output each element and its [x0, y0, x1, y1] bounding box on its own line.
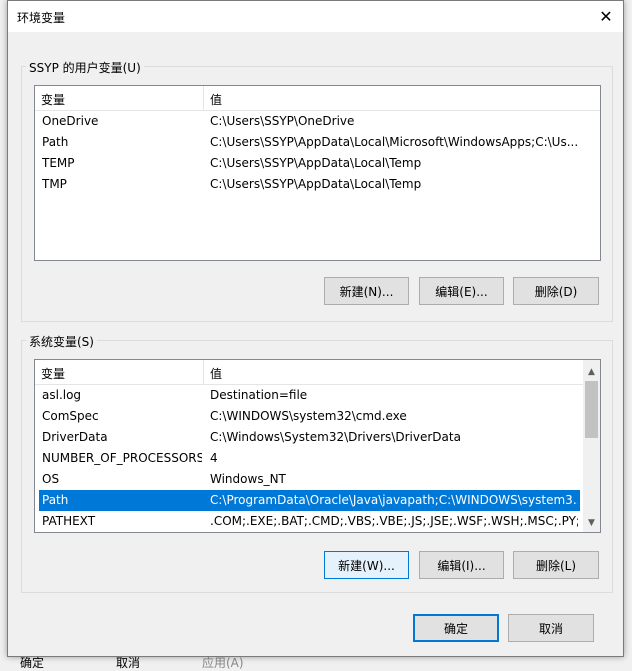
scroll-down-icon[interactable]: ▼	[583, 514, 600, 531]
variable-name: OneDrive	[42, 114, 99, 128]
variable-value: C:\Windows\System32\Drivers\DriverData	[210, 430, 461, 444]
variable-name: TEMP	[42, 156, 75, 170]
close-icon[interactable]: ✕	[589, 1, 623, 32]
system-edit-button[interactable]: 编辑(I)...	[419, 551, 504, 579]
variable-name: NUMBER_OF_PROCESSORS	[42, 451, 202, 465]
column-divider[interactable]	[203, 86, 204, 110]
table-row[interactable]: asl.log Destination=file	[39, 385, 580, 406]
variable-name: TMP	[42, 177, 67, 191]
user-edit-button[interactable]: 编辑(E)...	[419, 277, 504, 305]
system-list-header: 变量 值	[35, 360, 583, 385]
table-row-selected[interactable]: Path C:\ProgramData\Oracle\Java\javapath…	[39, 490, 580, 511]
vertical-scrollbar[interactable]: ▲ ▼	[583, 360, 600, 532]
variable-value: C:\WINDOWS\system32\cmd.exe	[210, 409, 407, 423]
variable-value: C:\Users\SSYP\AppData\Local\Microsoft\Wi…	[210, 135, 579, 149]
system-variables-list[interactable]: 变量 值 asl.log Destination=file ComSpec C:…	[34, 359, 601, 533]
table-row[interactable]: Path C:\Users\SSYP\AppData\Local\Microso…	[39, 132, 582, 153]
table-row[interactable]: TEMP C:\Users\SSYP\AppData\Local\Temp	[39, 153, 582, 174]
scrollbar-thumb[interactable]	[585, 381, 598, 438]
table-row[interactable]: DriverData C:\Windows\System32\Drivers\D…	[39, 427, 580, 448]
variable-name: asl.log	[42, 388, 82, 402]
variable-value: C:\Users\SSYP\AppData\Local\Temp	[210, 156, 422, 170]
scroll-up-icon[interactable]: ▲	[583, 363, 600, 380]
variable-value: 4	[210, 451, 218, 465]
ok-button[interactable]: 确定	[413, 614, 499, 642]
variable-name: DriverData	[42, 430, 108, 444]
system-new-button[interactable]: 新建(W)...	[324, 551, 409, 579]
column-header-name[interactable]: 变量	[41, 365, 65, 382]
variable-value: .COM;.EXE;.BAT;.CMD;.VBS;.VBE;.JS;.JSE;.…	[210, 514, 578, 528]
table-row[interactable]: ComSpec C:\WINDOWS\system32\cmd.exe	[39, 406, 580, 427]
column-header-value[interactable]: 值	[210, 365, 222, 382]
user-new-button[interactable]: 新建(N)...	[324, 277, 409, 305]
dialog-title: 环境变量	[17, 11, 66, 25]
column-header-value[interactable]: 值	[210, 91, 222, 108]
table-row[interactable]: OneDrive C:\Users\SSYP\OneDrive	[39, 111, 582, 132]
column-divider[interactable]	[203, 360, 204, 384]
table-row[interactable]: OS Windows_NT	[39, 469, 580, 490]
variable-name: ComSpec	[42, 409, 99, 423]
variable-value: Windows_NT	[210, 472, 286, 486]
system-delete-button[interactable]: 删除(L)	[513, 551, 599, 579]
variable-value: C:\Users\SSYP\AppData\Local\Temp	[210, 177, 422, 191]
variable-value: C:\ProgramData\Oracle\Java\javapath;C:\W…	[210, 493, 578, 507]
user-variables-legend: SSYP 的用户变量(U)	[26, 59, 144, 76]
cancel-button[interactable]: 取消	[508, 614, 594, 642]
column-header-name[interactable]: 变量	[41, 91, 65, 108]
variable-name: Path	[42, 135, 69, 149]
table-row[interactable]: NUMBER_OF_PROCESSORS 4	[39, 448, 580, 469]
variable-value: C:\Users\SSYP\OneDrive	[210, 114, 355, 128]
table-row[interactable]: TMP C:\Users\SSYP\AppData\Local\Temp	[39, 174, 582, 195]
user-variables-list[interactable]: 变量 值 OneDrive C:\Users\SSYP\OneDrive Pat…	[34, 85, 601, 261]
variable-name: Path	[42, 493, 69, 507]
title-bar: 环境变量 ✕	[8, 1, 623, 32]
variable-value: Destination=file	[210, 388, 308, 402]
table-row[interactable]: PATHEXT .COM;.EXE;.BAT;.CMD;.VBS;.VBE;.J…	[39, 511, 580, 532]
variable-name: PATHEXT	[42, 514, 96, 528]
user-list-header: 变量 值	[35, 86, 600, 111]
environment-variables-dialog: 环境变量 ✕ SSYP 的用户变量(U) 变量 值 OneDrive C:\Us…	[7, 0, 624, 657]
system-variables-legend: 系统变量(S)	[26, 333, 97, 350]
user-delete-button[interactable]: 删除(D)	[513, 277, 599, 305]
variable-name: OS	[42, 472, 60, 486]
